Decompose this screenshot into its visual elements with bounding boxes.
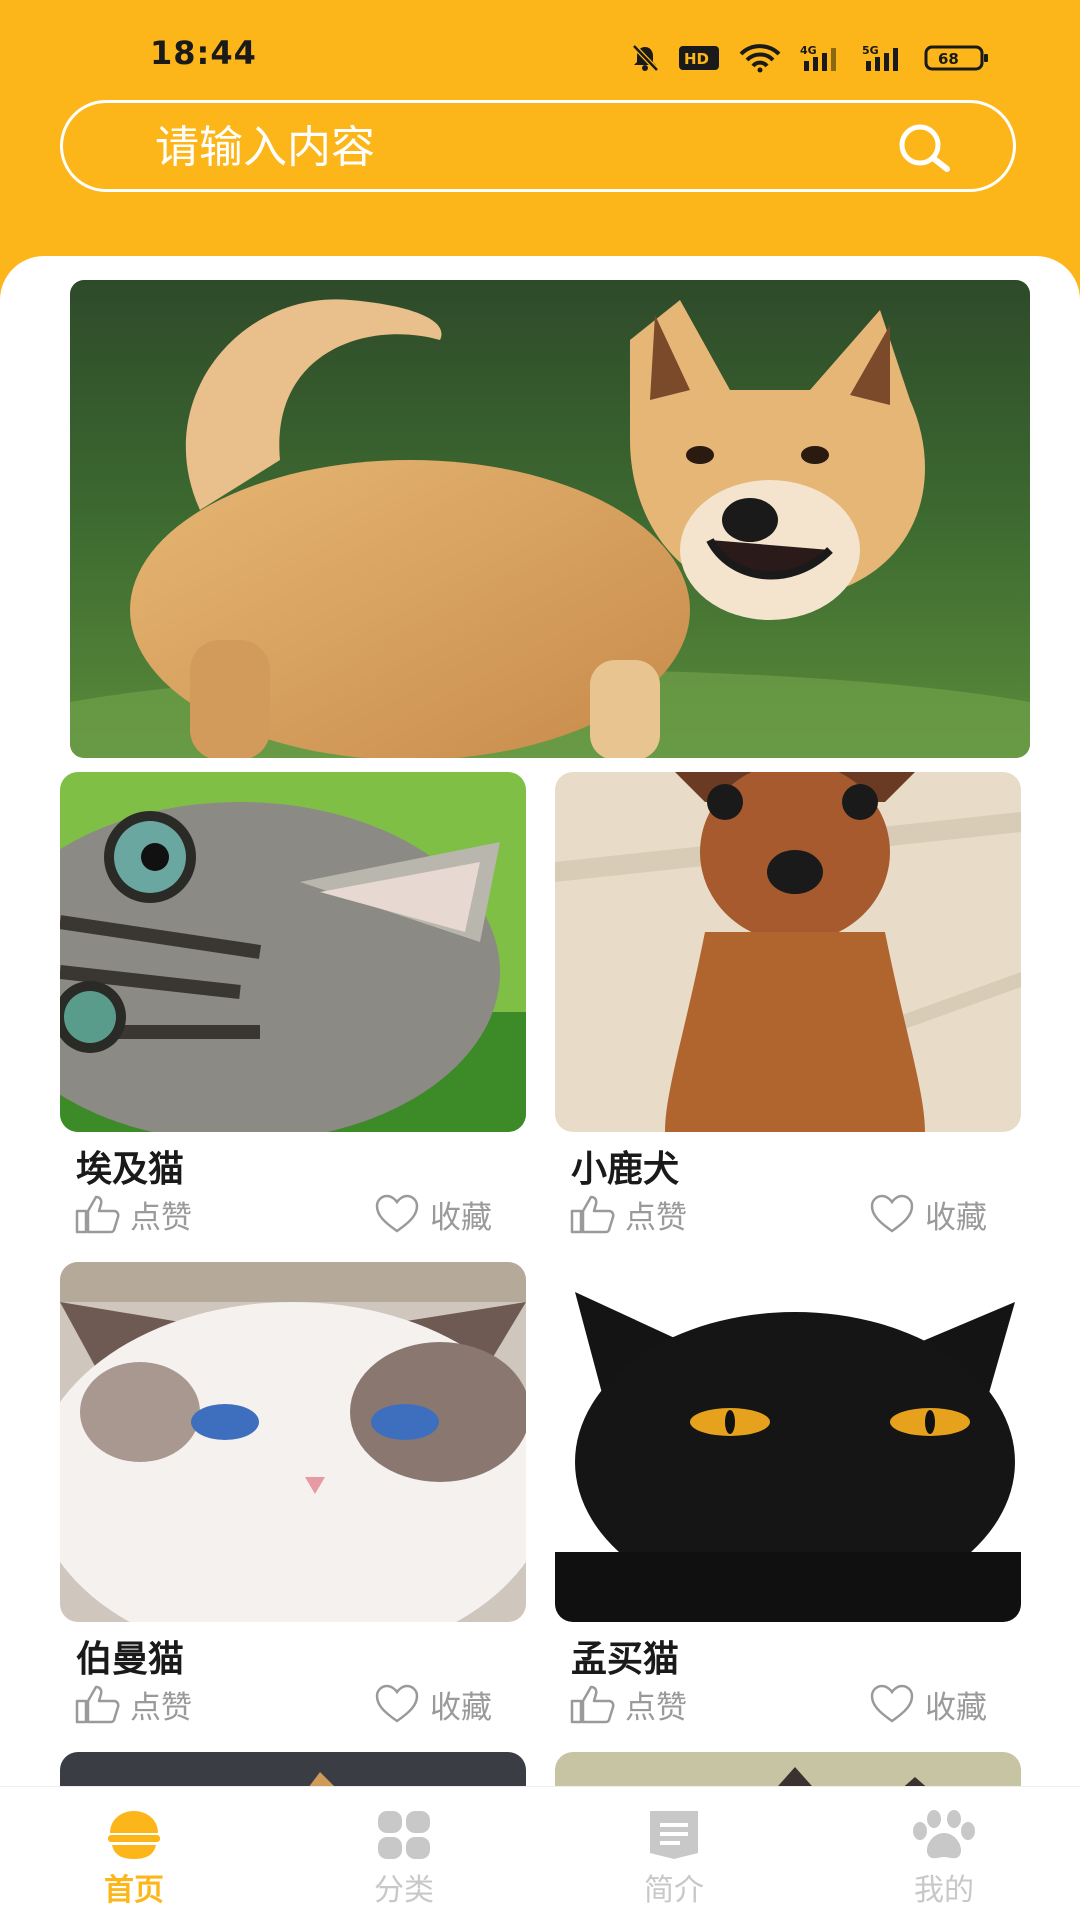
nav-label: 首页	[104, 1873, 164, 1908]
favorite-button[interactable]: 收藏	[374, 1682, 492, 1726]
like-button[interactable]: 点赞	[569, 1682, 687, 1726]
favorite-button[interactable]: 收藏	[374, 1192, 492, 1236]
status-icons: HD 4G 5G 68	[630, 38, 990, 78]
nav-label: 我的	[914, 1873, 974, 1908]
network-5g-label: 5G	[862, 44, 879, 57]
signal-4g-icon: 4G	[800, 44, 836, 71]
pet-image[interactable]	[555, 1262, 1021, 1622]
battery-icon: 68	[924, 45, 988, 71]
home-icon	[108, 1811, 160, 1859]
like-label: 点赞	[625, 1199, 687, 1236]
network-4g-label: 4G	[800, 44, 817, 57]
nav-intro[interactable]: 简介	[574, 1809, 774, 1919]
wifi-icon	[739, 44, 781, 73]
pet-image[interactable]	[60, 772, 526, 1132]
battery-level: 68	[938, 50, 959, 68]
nav-mine[interactable]: 我的	[844, 1809, 1044, 1919]
like-label: 点赞	[130, 1199, 192, 1236]
bombay-cat-photo	[555, 1262, 1021, 1622]
min-pin-dog-photo	[555, 772, 1021, 1132]
pet-name: 小鹿犬	[571, 1149, 680, 1190]
thumbs-up-icon	[75, 1195, 120, 1234]
heart-icon	[870, 1194, 914, 1233]
heart-icon	[375, 1684, 419, 1723]
favorite-label: 收藏	[430, 1689, 492, 1726]
partial-pet-photo	[60, 1752, 526, 1786]
nav-category[interactable]: 分类	[304, 1809, 504, 1919]
like-label: 点赞	[625, 1689, 687, 1726]
search-input[interactable]	[153, 103, 857, 191]
status-time: 18:44	[150, 34, 257, 72]
like-button[interactable]: 点赞	[569, 1192, 687, 1236]
signal-5g-icon: 5G	[862, 44, 898, 71]
favorite-label: 收藏	[430, 1199, 492, 1236]
like-button[interactable]: 点赞	[74, 1682, 192, 1726]
thumbs-up-icon	[75, 1685, 120, 1724]
pet-name: 孟买猫	[571, 1639, 680, 1680]
paw-icon	[913, 1810, 975, 1859]
mute-bell-icon	[632, 44, 659, 72]
like-button[interactable]: 点赞	[74, 1192, 192, 1236]
pet-image[interactable]	[555, 772, 1021, 1132]
pet-image-partial[interactable]	[60, 1752, 526, 1786]
nav-home[interactable]: 首页	[34, 1809, 234, 1919]
favorite-label: 收藏	[925, 1199, 987, 1236]
favorite-button[interactable]: 收藏	[869, 1682, 987, 1726]
nav-label: 分类	[374, 1873, 434, 1908]
like-label: 点赞	[130, 1689, 192, 1726]
heart-icon	[375, 1194, 419, 1233]
search-icon[interactable]	[895, 123, 955, 175]
thumbs-up-icon	[570, 1685, 615, 1724]
pet-name: 埃及猫	[76, 1149, 185, 1190]
heart-icon	[870, 1684, 914, 1723]
pet-image-partial[interactable]	[555, 1752, 1021, 1786]
category-icon	[378, 1811, 430, 1859]
banner[interactable]	[70, 280, 1030, 758]
banner-image	[70, 280, 1030, 758]
favorite-button[interactable]: 收藏	[869, 1192, 987, 1236]
pet-image[interactable]	[60, 1262, 526, 1622]
bottom-nav: 首页 分类 简介 我的	[0, 1786, 1080, 1921]
nav-label: 简介	[644, 1873, 704, 1908]
search-box[interactable]	[60, 100, 1016, 192]
intro-icon	[650, 1811, 698, 1859]
hd-icon: HD	[679, 46, 719, 70]
partial-pet-photo	[555, 1752, 1021, 1786]
main-content: 埃及猫 点赞 收藏 小鹿犬 点赞 收藏 伯曼猫 点赞 收藏 孟买猫 点赞 收藏	[0, 256, 1080, 1786]
thumbs-up-icon	[570, 1195, 615, 1234]
favorite-label: 收藏	[925, 1689, 987, 1726]
pet-name: 伯曼猫	[76, 1639, 185, 1680]
tabby-kitten-photo	[60, 772, 526, 1132]
status-bar: 18:44 HD 4G 5G 68	[0, 0, 1080, 100]
hd-label: HD	[684, 50, 709, 68]
birman-cat-photo	[60, 1262, 526, 1622]
